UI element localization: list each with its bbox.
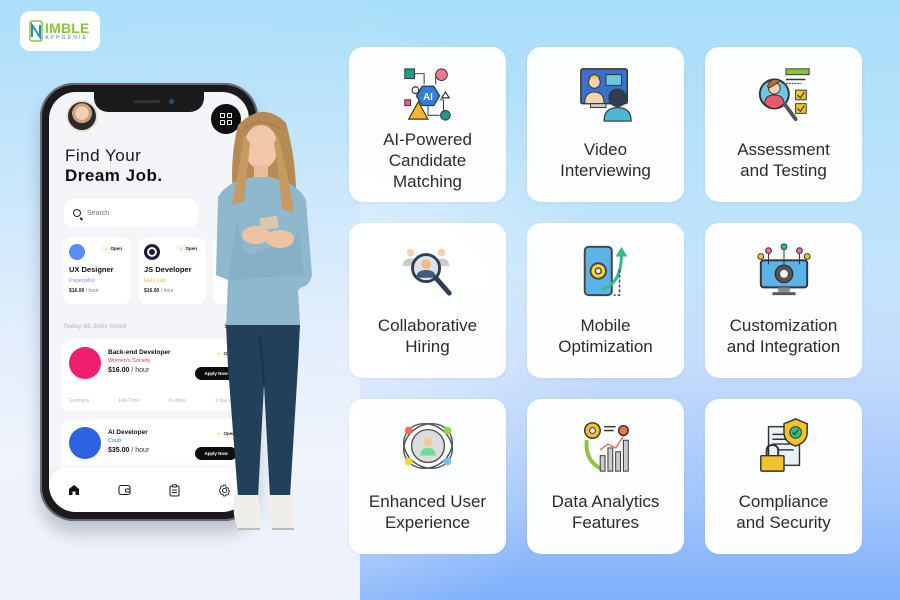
feature-card-collaborative-hiring: Collaborative Hiring	[349, 223, 506, 378]
monitor-gear-icon	[756, 243, 811, 296]
company-name: Halo Lab	[144, 278, 167, 284]
company-name: Coub	[108, 438, 122, 444]
feature-card-mobile-optimization: Mobile Optimization	[527, 223, 684, 378]
mobile-gear-icon	[583, 245, 627, 297]
logo-mark-icon	[29, 20, 43, 42]
featured-job-card[interactable]: Open JS Developer Halo Lab $16.00 / hour	[138, 238, 206, 304]
feature-label: Data Analytics Features	[551, 492, 660, 532]
feature-card-customization: Customization and Integration	[705, 223, 862, 378]
search-bar[interactable]	[64, 199, 198, 227]
feature-card-data-analytics: Data Analytics Features	[527, 399, 684, 554]
clipboard-icon[interactable]	[167, 483, 181, 497]
feature-label: Assessment and Testing	[737, 140, 830, 180]
video-call-icon	[579, 68, 632, 122]
phone-notch	[94, 92, 204, 112]
feature-card-video-interviewing: Video Interviewing	[527, 47, 684, 202]
feature-label: AI-Powered Candidate Matching	[383, 130, 472, 191]
job-title: Back-end Developer	[108, 349, 171, 356]
ai-network-icon: AI	[403, 68, 451, 121]
company-logo-icon	[69, 427, 101, 459]
feature-card-ai-matching: AI AI-Powered Candidate Matching	[349, 47, 506, 202]
job-title: JS Developer	[144, 265, 192, 274]
featured-job-card[interactable]: Open UX Designer Paperpillar $16.00 / ho…	[63, 238, 131, 304]
company-logo-icon	[144, 244, 160, 260]
feature-card-assessment: Assessment and Testing	[705, 47, 862, 202]
company-name: Women's Society	[108, 358, 151, 364]
feature-card-user-experience: Enhanced User Experience	[349, 399, 506, 554]
job-rate: $35.00 / hour	[108, 447, 150, 454]
feature-label: Customization and Integration	[726, 316, 841, 356]
candidate-search-icon	[402, 248, 452, 296]
feature-label: Compliance and Security	[736, 492, 831, 532]
job-rate: $16.00 / hour	[69, 288, 99, 294]
logo-tagline: APPGENIE	[45, 35, 89, 41]
job-title: AI Developer	[108, 429, 148, 436]
analytics-chart-icon	[583, 422, 629, 472]
search-icon	[73, 209, 81, 217]
company-logo-icon	[69, 244, 85, 260]
job-workplace: In-office	[168, 398, 186, 404]
feature-grid: AI AI-Powered Candidate Matching Video Inte…	[349, 47, 862, 554]
headline-line1: Find Your	[65, 146, 142, 165]
brand-logo: IMBLE APPGENIE	[20, 11, 100, 51]
job-type: Full-Time	[118, 398, 140, 404]
feature-label: Mobile Optimization	[558, 316, 653, 356]
company-name: Paperpillar	[69, 278, 96, 284]
feature-label: Collaborative Hiring	[377, 316, 478, 356]
logo-wordmark: IMBLE	[45, 20, 90, 36]
feature-label: Enhanced User Experience	[368, 492, 487, 532]
assessment-icon	[758, 68, 810, 122]
user-avatar[interactable]	[66, 100, 98, 132]
job-title: UX Designer	[69, 265, 114, 274]
wallet-icon[interactable]	[117, 483, 131, 497]
feature-card-compliance: Compliance and Security	[705, 399, 862, 554]
user-orbit-icon	[402, 422, 453, 470]
jobs-listed-count: Today 98 Jobs listed	[63, 323, 127, 330]
job-rate: $16.00 / hour	[144, 288, 174, 294]
job-rate: $16.00 / hour	[108, 367, 150, 374]
status-badge: Open	[100, 245, 126, 252]
headline-line2: Dream Job.	[65, 166, 163, 185]
job-location: Germany	[69, 398, 90, 404]
feature-label: Video Interviewing	[560, 140, 651, 180]
search-input[interactable]	[87, 209, 177, 217]
woman-with-phone-image	[216, 111, 312, 530]
svg-text:AI: AI	[423, 92, 433, 103]
company-logo-icon	[69, 347, 101, 379]
security-shield-icon	[759, 418, 808, 472]
home-icon[interactable]	[67, 483, 81, 497]
